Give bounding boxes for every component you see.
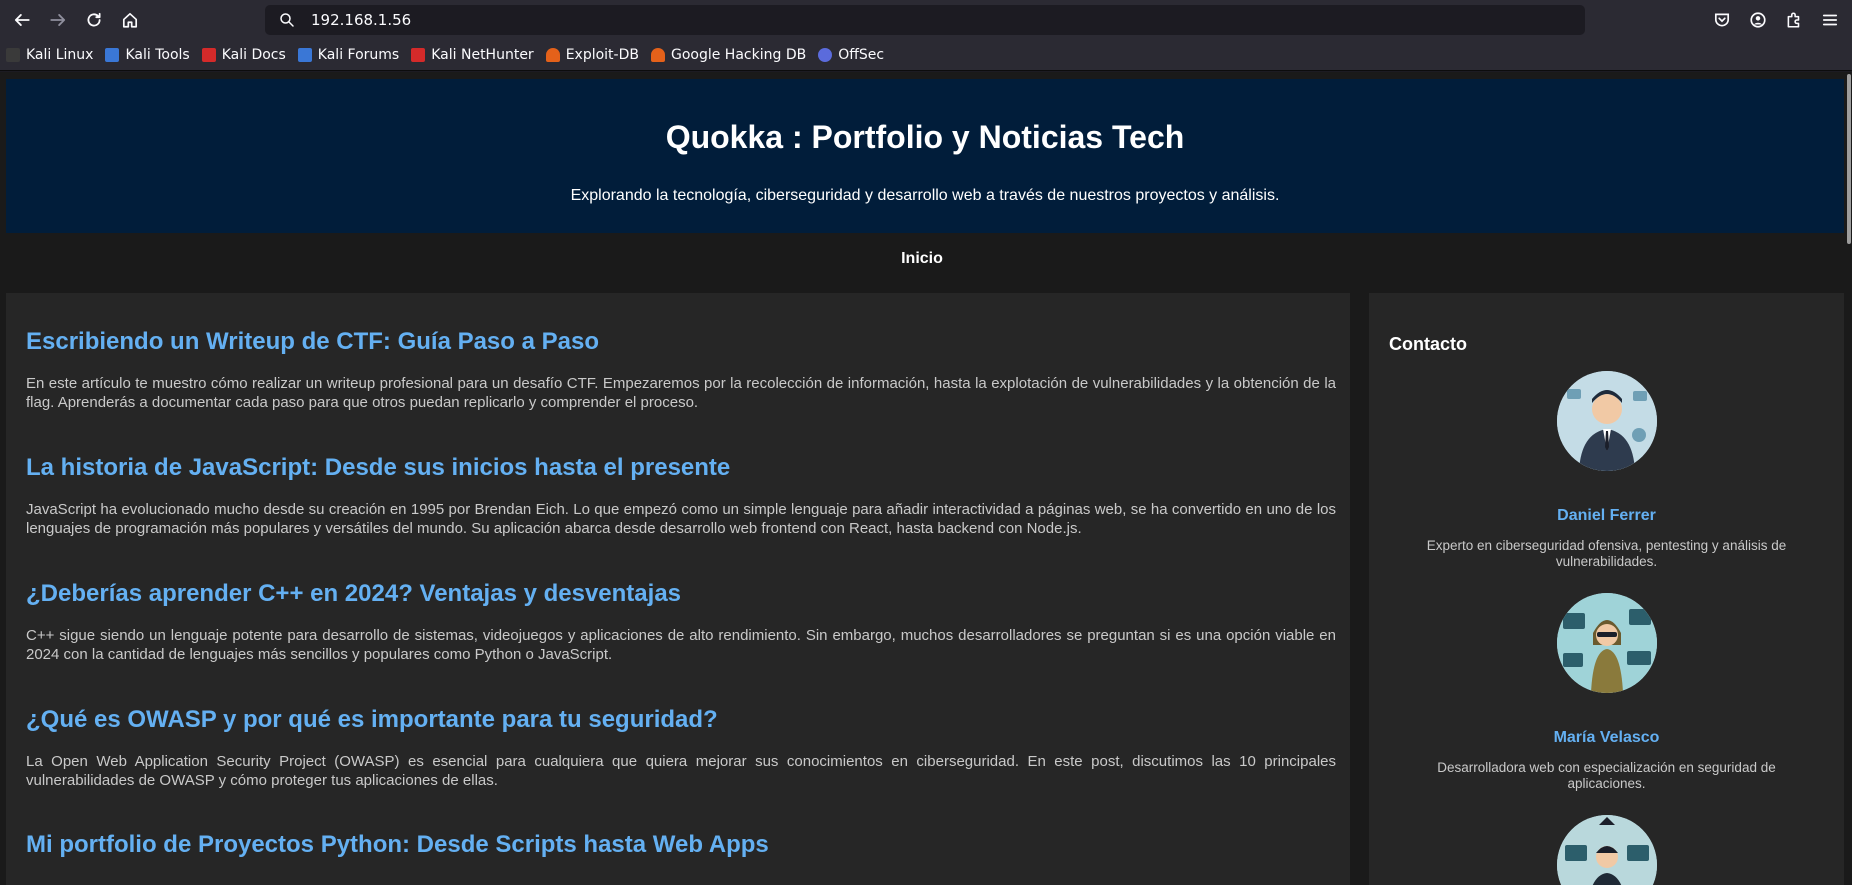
contact-heading: Contacto: [1389, 334, 1467, 354]
url-text[interactable]: 192.168.1.56: [311, 11, 411, 29]
bookmark-offsec[interactable]: OffSec: [818, 47, 884, 63]
bookmark-kali-forums[interactable]: Kali Forums: [297, 47, 399, 63]
bookmark-exploit-db[interactable]: Exploit-DB: [545, 47, 639, 63]
post-title[interactable]: ¿Qué es OWASP y por qué es importante pa…: [26, 706, 1336, 734]
account-icon[interactable]: [1742, 4, 1774, 36]
bookmark-kali-docs[interactable]: Kali Docs: [201, 47, 286, 63]
profile-name[interactable]: Daniel Ferrer: [1369, 507, 1844, 525]
bookmark-google-hacking-db[interactable]: Google Hacking DB: [650, 47, 806, 63]
avatar: [1556, 371, 1657, 471]
post-item: Escribiendo un Writeup de CTF: Guía Paso…: [26, 328, 1336, 412]
profile-name[interactable]: María Velasco: [1369, 729, 1844, 747]
ghdb-icon: [650, 48, 665, 62]
site-nav: Inicio: [0, 250, 1844, 268]
post-excerpt: C++ sigue siendo un lenguaje potente par…: [26, 627, 1336, 663]
page-viewport: Quokka : Portfolio y Noticias Tech Explo…: [0, 72, 1852, 885]
avatar: [1556, 593, 1657, 693]
home-icon[interactable]: [114, 4, 146, 36]
reload-icon[interactable]: [78, 4, 110, 36]
post-item: ¿Qué es OWASP y por qué es importante pa…: [26, 706, 1336, 790]
post-item: ¿Deberías aprender C++ en 2024? Ventajas…: [26, 580, 1336, 664]
back-icon[interactable]: [6, 4, 38, 36]
post-title[interactable]: Escribiendo un Writeup de CTF: Guía Paso…: [26, 328, 1336, 356]
profile-card: [1369, 815, 1844, 885]
profile-bio: Experto en ciberseguridad ofensiva, pent…: [1426, 538, 1787, 569]
post-title[interactable]: La historia de JavaScript: Desde sus ini…: [26, 454, 1336, 482]
profile-bio: Desarrolladora web con especialización e…: [1437, 760, 1776, 791]
post-excerpt: JavaScript ha evolucionado mucho desde s…: [26, 501, 1336, 537]
url-bar[interactable]: 192.168.1.56: [265, 5, 1585, 35]
post-item: Mi portfolio de Proyectos Python: Desde …: [26, 831, 1336, 859]
search-icon: [280, 13, 294, 27]
bookmarks-bar: Kali Linux Kali Tools Kali Docs Kali For…: [0, 40, 1852, 71]
extensions-icon[interactable]: [1778, 4, 1810, 36]
scrollbar-thumb[interactable]: [1847, 74, 1851, 244]
kali-tools-icon: [105, 48, 120, 62]
post-title[interactable]: Mi portfolio de Proyectos Python: Desde …: [26, 831, 1336, 859]
post-title[interactable]: ¿Deberías aprender C++ en 2024? Ventajas…: [26, 580, 1336, 608]
site-header: Quokka : Portfolio y Noticias Tech Explo…: [6, 79, 1844, 233]
post-excerpt: La Open Web Application Security Project…: [26, 753, 1336, 789]
offsec-icon: [818, 48, 833, 62]
menu-icon[interactable]: [1814, 4, 1846, 36]
posts-column: Escribiendo un Writeup de CTF: Guía Paso…: [6, 293, 1350, 885]
kali-forums-icon: [297, 48, 312, 62]
site-title: Quokka : Portfolio y Noticias Tech: [665, 119, 1185, 155]
nethunter-icon: [411, 48, 426, 62]
site-subtitle: Explorando la tecnología, ciberseguridad…: [570, 187, 1280, 204]
avatar: [1556, 815, 1657, 885]
kali-docs-icon: [201, 48, 216, 62]
bookmark-kali-tools[interactable]: Kali Tools: [105, 47, 190, 63]
profile-card: Daniel Ferrer Experto en ciberseguridad …: [1369, 371, 1844, 570]
post-excerpt: En este artículo te muestro cómo realiza…: [26, 375, 1336, 411]
browser-toolbar: 192.168.1.56: [0, 0, 1852, 40]
kali-icon: [6, 48, 20, 62]
nav-link-inicio[interactable]: Inicio: [901, 250, 943, 267]
profile-card: María Velasco Desarrolladora web con esp…: [1369, 593, 1844, 792]
contact-sidebar: Contacto Daniel Ferrer Experto en cibers…: [1369, 293, 1844, 885]
exploit-db-icon: [545, 48, 560, 62]
page-scrollbar[interactable]: [1844, 72, 1852, 885]
post-item: La historia de JavaScript: Desde sus ini…: [26, 454, 1336, 538]
bookmark-kali-nethunter[interactable]: Kali NetHunter: [411, 47, 534, 63]
bookmark-kali-linux[interactable]: Kali Linux: [6, 47, 93, 63]
forward-icon[interactable]: [42, 4, 74, 36]
pocket-icon[interactable]: [1706, 4, 1738, 36]
